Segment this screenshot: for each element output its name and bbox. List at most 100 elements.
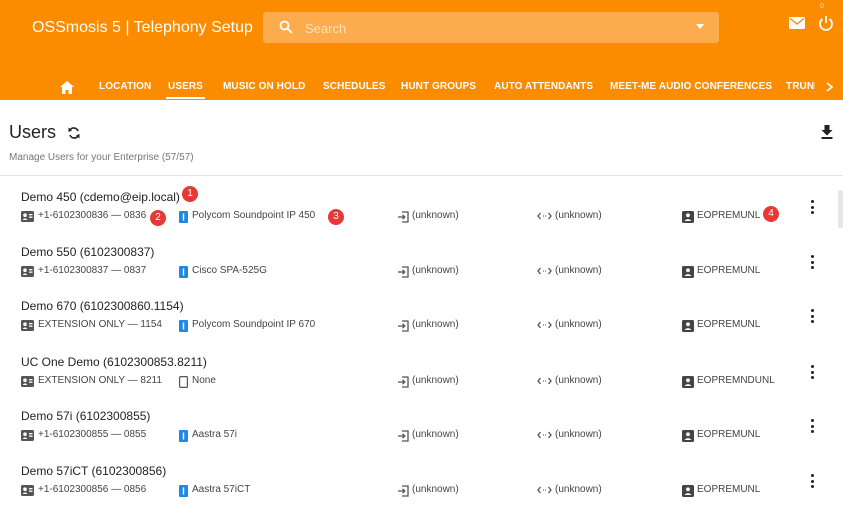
- tab-meet-me-audio-conferences[interactable]: MEET-ME AUDIO CONFERENCES: [610, 81, 772, 92]
- user-outgoing-text: (unknown): [555, 210, 602, 221]
- code-arrows-icon: [537, 267, 552, 275]
- user-name[interactable]: Demo 57iCT (6102300856): [21, 464, 166, 478]
- contact-card-icon: [21, 266, 34, 277]
- search-input[interactable]: [305, 18, 685, 38]
- user-device-text: Polycom Soundpoint IP 450: [192, 210, 316, 221]
- user-row[interactable]: Demo 450 (cdemo@eip.local) +1-6102300836 …: [0, 190, 836, 245]
- user-name[interactable]: UC One Demo (6102300853.8211): [21, 355, 207, 369]
- user-package-text: EOPREMUNL: [697, 429, 761, 440]
- phone-device-icon: [179, 266, 188, 278]
- user-outgoing-text: (unknown): [555, 429, 602, 440]
- tab-schedules[interactable]: SCHEDULES: [323, 81, 386, 92]
- page-subtitle: Manage Users for your Enterprise (57/57): [9, 152, 194, 163]
- user-package-text: EOPREMUNL: [697, 265, 761, 276]
- search-box[interactable]: [263, 12, 719, 43]
- user-extension-text: EXTENSION ONLY — 8211: [38, 375, 162, 386]
- user-row[interactable]: Demo 57i (6102300855) +1-6102300855 — 085…: [0, 409, 836, 464]
- download-icon[interactable]: [821, 125, 833, 139]
- user-device-text: Cisco SPA-525G: [192, 265, 267, 276]
- nav-tabs: LOCATION USERS MUSIC ON HOLD SCHEDULES H…: [0, 75, 843, 100]
- user-incoming-text: (unknown): [412, 429, 459, 440]
- user-device-text: None: [192, 375, 216, 386]
- login-icon: [398, 376, 409, 388]
- user-outgoing-text: (unknown): [555, 484, 602, 495]
- user-outgoing-text: (unknown): [555, 265, 602, 276]
- user-extension-text: +1-6102300837 — 0837: [38, 265, 147, 276]
- user-package-text: EOPREMUNL: [697, 319, 761, 330]
- phone-device-icon: [179, 430, 188, 442]
- user-row[interactable]: Demo 670 (6102300860.1154) EXTENSION ONLY…: [0, 299, 836, 354]
- user-extension-text: +1-6102300836 — 0836: [38, 210, 147, 221]
- user-name[interactable]: Demo 57i (6102300855): [21, 409, 150, 423]
- code-arrows-icon: [537, 321, 552, 329]
- phone-device-icon: [179, 485, 188, 497]
- user-incoming-text: (unknown): [412, 210, 459, 221]
- more-vert-icon[interactable]: [809, 309, 817, 323]
- chevron-right-icon[interactable]: [826, 82, 834, 92]
- more-vert-icon[interactable]: [809, 474, 817, 488]
- user-package-text: EOPREMNDUNL: [697, 375, 775, 386]
- user-row[interactable]: Demo 57iCT (6102300856) +1-6102300856 — 0…: [0, 464, 836, 506]
- callout-marker: 4: [763, 206, 779, 222]
- contact-card-icon: [21, 430, 34, 441]
- user-device-text: Aastra 57iCT: [192, 484, 251, 495]
- callout-marker: 1: [182, 186, 198, 202]
- notification-count: 0: [820, 3, 824, 10]
- badge-icon: [682, 376, 694, 388]
- login-icon: [398, 266, 409, 278]
- search-dropdown-icon[interactable]: [696, 24, 704, 29]
- contact-card-icon: [21, 485, 34, 496]
- app-bar: OSSmosis 5 | Telephony Setup 0 LOCATION …: [0, 0, 843, 100]
- tab-music-on-hold[interactable]: MUSIC ON HOLD: [223, 81, 305, 92]
- tab-hunt-groups[interactable]: HUNT GROUPS: [401, 81, 476, 92]
- more-vert-icon[interactable]: [809, 200, 817, 214]
- code-arrows-icon: [537, 431, 552, 439]
- power-icon[interactable]: [818, 15, 834, 31]
- badge-icon: [682, 485, 694, 497]
- login-icon: [398, 320, 409, 332]
- badge-icon: [682, 430, 694, 442]
- nav-tabs-viewport: LOCATION USERS MUSIC ON HOLD SCHEDULES H…: [0, 75, 815, 100]
- callout-marker: 2: [150, 210, 166, 226]
- home-icon[interactable]: [60, 81, 74, 94]
- app-title: OSSmosis 5 | Telephony Setup: [32, 19, 253, 36]
- more-vert-icon[interactable]: [809, 255, 817, 269]
- user-name[interactable]: Demo 550 (6102300837): [21, 245, 154, 259]
- code-arrows-icon: [537, 212, 552, 220]
- user-name[interactable]: Demo 450 (cdemo@eip.local): [21, 190, 180, 204]
- user-incoming-text: (unknown): [412, 265, 459, 276]
- user-device-text: Polycom Soundpoint IP 670: [192, 319, 316, 330]
- sync-icon[interactable]: [67, 126, 81, 140]
- code-arrows-icon: [537, 486, 552, 494]
- header-divider: [0, 175, 843, 176]
- badge-icon: [682, 320, 694, 332]
- tab-auto-attendants[interactable]: AUTO ATTENDANTS: [494, 81, 593, 92]
- phone-device-icon: [179, 211, 188, 223]
- badge-icon: [682, 211, 694, 223]
- user-extension-text: EXTENSION ONLY — 1154: [38, 319, 162, 330]
- user-extension-text: +1-6102300856 — 0856: [38, 484, 147, 495]
- user-row[interactable]: UC One Demo (6102300853.8211) EXTENSION O…: [0, 355, 836, 410]
- tab-location[interactable]: LOCATION: [99, 81, 151, 92]
- user-row[interactable]: Demo 550 (6102300837) +1-6102300837 — 083…: [0, 245, 836, 300]
- mail-icon[interactable]: [789, 17, 805, 29]
- tab-trunks[interactable]: TRUNKS: [786, 81, 815, 92]
- login-icon: [398, 430, 409, 442]
- user-incoming-text: (unknown): [412, 319, 459, 330]
- list-scrollbar[interactable]: [838, 190, 843, 228]
- more-vert-icon[interactable]: [809, 419, 817, 433]
- badge-icon: [682, 266, 694, 278]
- user-package-text: EOPREMUNL: [697, 210, 761, 221]
- login-icon: [398, 211, 409, 223]
- contact-card-icon: [21, 320, 34, 331]
- user-extension-text: +1-6102300855 — 0855: [38, 429, 147, 440]
- user-outgoing-text: (unknown): [555, 319, 602, 330]
- code-arrows-icon: [537, 377, 552, 385]
- phone-device-icon: [179, 320, 188, 332]
- user-device-text: Aastra 57i: [192, 429, 238, 440]
- user-name[interactable]: Demo 670 (6102300860.1154): [21, 299, 184, 313]
- more-vert-icon[interactable]: [809, 365, 817, 379]
- active-tab-indicator: [166, 97, 205, 99]
- search-icon: [279, 20, 293, 34]
- tab-users[interactable]: USERS: [168, 81, 203, 92]
